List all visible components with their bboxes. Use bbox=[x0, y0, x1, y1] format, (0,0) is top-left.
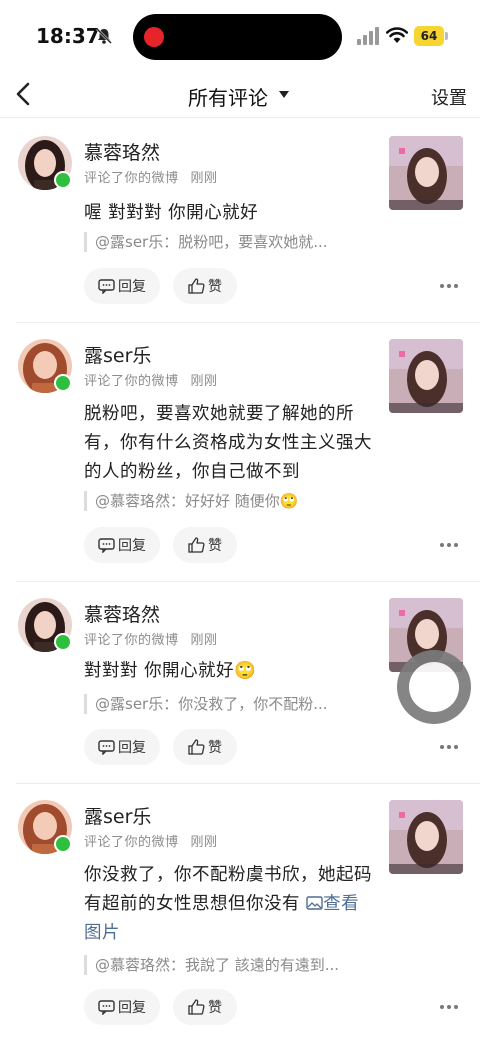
reply-label: 回复 bbox=[118, 538, 146, 554]
reply-button[interactable]: 回复 bbox=[84, 527, 160, 563]
divider bbox=[16, 322, 480, 323]
image-icon bbox=[306, 896, 323, 910]
thumbs-up-icon bbox=[188, 999, 205, 1015]
thumbs-up-icon bbox=[188, 278, 205, 294]
comment-item: 露ser乐 评论了你的微博 刚刚 脱粉吧，要喜欢她就要了解她的所有，你有什么资格成… bbox=[0, 324, 480, 582]
thumbs-up-icon bbox=[188, 537, 205, 553]
like-label: 赞 bbox=[208, 538, 222, 554]
nav-bar: 所有评论 设置 bbox=[0, 72, 480, 118]
quoted-reply[interactable]: @慕蓉珞然：好好好 随便你🙄 bbox=[84, 491, 374, 511]
comment-bubble-icon bbox=[98, 999, 115, 1015]
timestamp: 刚刚 bbox=[190, 374, 218, 389]
reply-label: 回复 bbox=[118, 740, 146, 756]
post-thumbnail[interactable] bbox=[389, 339, 463, 413]
like-label: 赞 bbox=[208, 1000, 222, 1016]
divider bbox=[16, 783, 480, 784]
more-dots-icon[interactable] bbox=[439, 1004, 459, 1010]
action-text: 评论了你的微博 bbox=[84, 835, 179, 850]
status-bar: 18:37 64 bbox=[0, 0, 480, 72]
reply-button[interactable]: 回复 bbox=[84, 729, 160, 765]
caret-down-icon[interactable] bbox=[279, 91, 289, 99]
online-status-dot bbox=[54, 171, 72, 189]
dynamic-island bbox=[133, 14, 342, 60]
comment-bubble-icon bbox=[98, 739, 115, 755]
post-thumbnail[interactable] bbox=[389, 800, 463, 874]
comment-meta: 评论了你的微博 刚刚 bbox=[84, 370, 218, 389]
assistive-touch-inner bbox=[409, 662, 459, 712]
quoted-reply[interactable]: @露ser乐：脱粉吧，要喜欢她就... bbox=[84, 232, 374, 252]
wifi-icon bbox=[386, 27, 408, 43]
action-text: 评论了你的微博 bbox=[84, 374, 179, 389]
username[interactable]: 露ser乐 bbox=[84, 341, 151, 368]
timestamp: 刚刚 bbox=[190, 633, 218, 648]
reply-button[interactable]: 回复 bbox=[84, 989, 160, 1025]
quoted-reply[interactable]: @露ser乐：你没救了，你不配粉... bbox=[84, 694, 374, 714]
comment-bubble-icon bbox=[98, 537, 115, 553]
comment-meta: 评论了你的微博 刚刚 bbox=[84, 629, 218, 648]
timestamp: 刚刚 bbox=[190, 171, 218, 186]
battery-indicator: 64 bbox=[414, 26, 444, 46]
like-button[interactable]: 赞 bbox=[173, 989, 237, 1025]
reply-label: 回复 bbox=[118, 279, 146, 295]
action-text: 评论了你的微博 bbox=[84, 633, 179, 648]
back-chevron-icon[interactable] bbox=[12, 80, 36, 108]
action-text: 评论了你的微博 bbox=[84, 171, 179, 186]
cellular-signal-icon bbox=[357, 27, 379, 45]
page-title[interactable]: 所有评论 bbox=[188, 82, 268, 111]
online-status-dot bbox=[54, 374, 72, 392]
username[interactable]: 慕蓉珞然 bbox=[84, 138, 160, 165]
bell-muted-icon bbox=[96, 28, 112, 44]
settings-button[interactable]: 设置 bbox=[431, 84, 467, 110]
like-button[interactable]: 赞 bbox=[173, 527, 237, 563]
like-button[interactable]: 赞 bbox=[173, 729, 237, 765]
comment-text: 對對對 你開心就好🙄 bbox=[84, 661, 257, 681]
status-time: 18:37 bbox=[36, 24, 100, 48]
post-thumbnail[interactable] bbox=[389, 136, 463, 210]
comment-meta: 评论了你的微博 刚刚 bbox=[84, 831, 218, 850]
timestamp: 刚刚 bbox=[190, 835, 218, 850]
comment-item: 露ser乐 评论了你的微博 刚刚 你没救了，你不配粉虞书欣，她起码有超前的女性思想… bbox=[0, 785, 480, 1040]
thumbs-up-icon bbox=[188, 739, 205, 755]
username[interactable]: 慕蓉珞然 bbox=[84, 600, 160, 627]
more-dots-icon[interactable] bbox=[439, 744, 459, 750]
recording-indicator bbox=[144, 27, 164, 47]
quoted-reply[interactable]: @慕蓉珞然：我說了 該遠的有遠到... bbox=[84, 955, 374, 975]
reply-button[interactable]: 回复 bbox=[84, 268, 160, 304]
like-button[interactable]: 赞 bbox=[173, 268, 237, 304]
online-status-dot bbox=[54, 835, 72, 853]
divider bbox=[16, 581, 480, 582]
like-label: 赞 bbox=[208, 279, 222, 295]
battery-tip bbox=[445, 32, 448, 40]
comment-bubble-icon bbox=[98, 278, 115, 294]
comment-text: 脱粉吧，要喜欢她就要了解她的所有，你有什么资格成为女性主义强大的人的粉丝，你自己… bbox=[84, 404, 372, 482]
more-dots-icon[interactable] bbox=[439, 542, 459, 548]
comment-text: 喔 對對對 你開心就好 bbox=[84, 203, 259, 223]
comment-item: 慕蓉珞然 评论了你的微博 刚刚 喔 對對對 你開心就好 @露ser乐：脱粉吧，要喜… bbox=[0, 121, 480, 323]
reply-label: 回复 bbox=[118, 1000, 146, 1016]
comment-meta: 评论了你的微博 刚刚 bbox=[84, 167, 218, 186]
assistive-touch-button[interactable] bbox=[397, 650, 471, 724]
comment-text-block: 你没救了，你不配粉虞书欣，她起码有超前的女性思想但你没有 查看图片 bbox=[84, 861, 374, 948]
like-label: 赞 bbox=[208, 740, 222, 756]
online-status-dot bbox=[54, 633, 72, 651]
username[interactable]: 露ser乐 bbox=[84, 802, 151, 829]
more-dots-icon[interactable] bbox=[439, 283, 459, 289]
